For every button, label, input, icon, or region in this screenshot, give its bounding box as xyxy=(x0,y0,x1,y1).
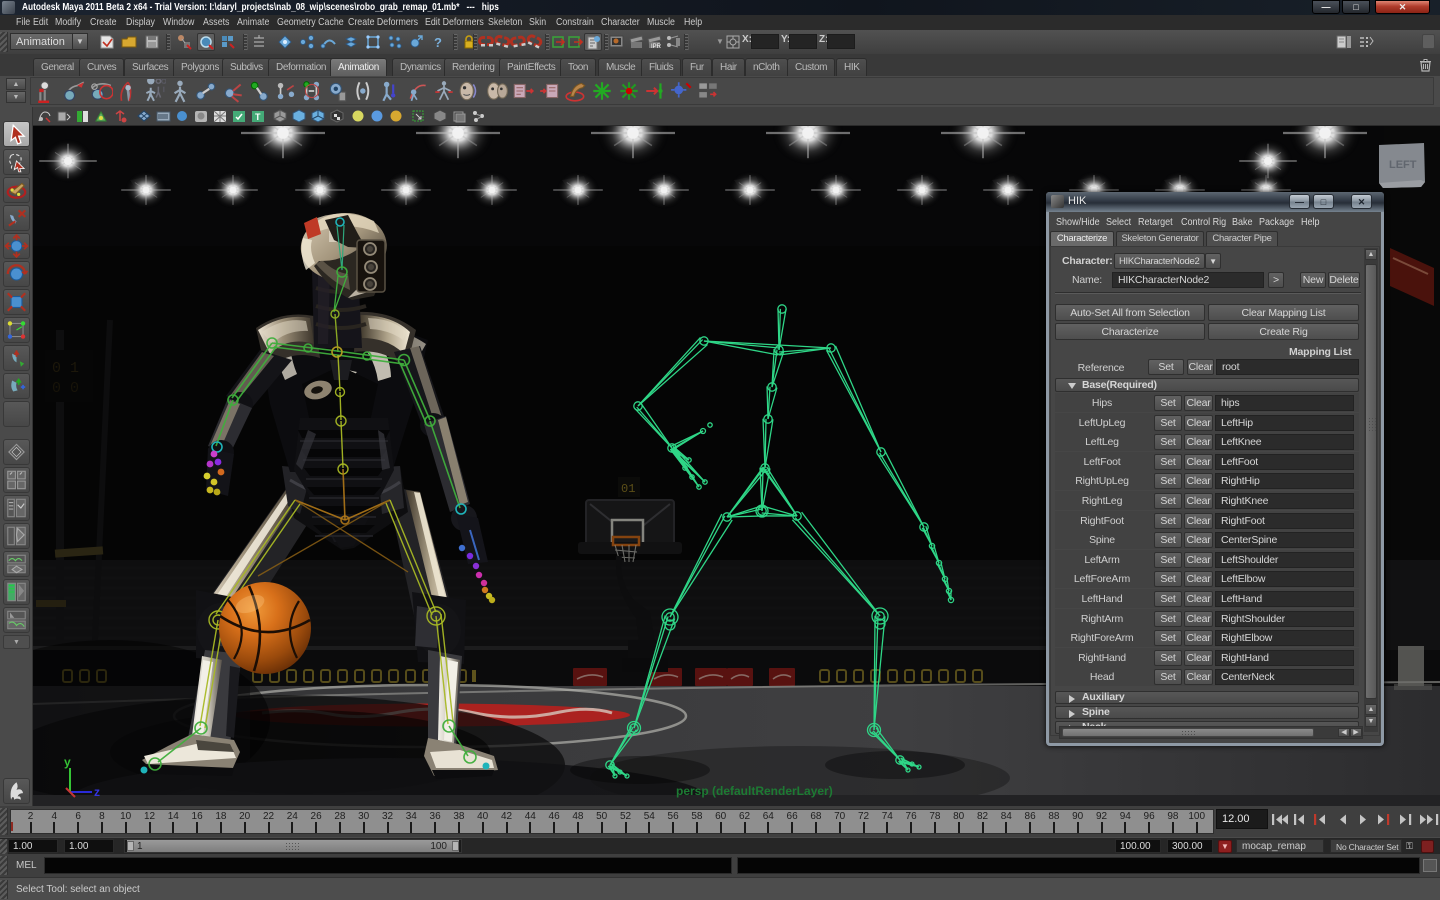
svg-text:y: y xyxy=(64,755,71,769)
svg-text:0 1: 0 1 xyxy=(52,360,79,377)
svg-text:T: T xyxy=(255,112,261,122)
svg-text:IPR: IPR xyxy=(651,44,662,50)
svg-text:0 0: 0 0 xyxy=(52,380,79,397)
svg-text:persp (defaultRenderLayer): persp (defaultRenderLayer) xyxy=(676,784,833,798)
svg-text:LEFT: LEFT xyxy=(1389,159,1417,171)
svg-text:z: z xyxy=(94,785,100,799)
svg-text:01: 01 xyxy=(621,482,635,496)
svg-text:?: ? xyxy=(434,35,442,50)
